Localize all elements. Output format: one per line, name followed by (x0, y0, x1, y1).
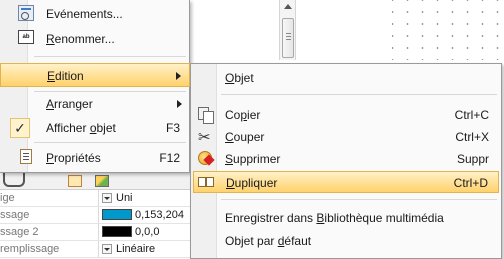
dropdown-arrow-icon[interactable] (102, 193, 112, 203)
menu-item-objet-par-defaut[interactable]: Objet par défaut (193, 230, 499, 252)
image-icon[interactable] (95, 175, 109, 187)
menu-separator (221, 94, 497, 95)
submenu-arrow-icon (177, 100, 182, 108)
menu-item-enregistrer-bibliotheque[interactable]: Enregistrer dans Bibliothèque multimédia (193, 207, 499, 229)
property-toolbar (0, 173, 190, 189)
menu-item-proprietes[interactable]: Propriétés F12 (0, 146, 190, 170)
events-icon (18, 5, 34, 21)
menu-item-shortcut: Suppr (456, 152, 489, 166)
menu-item-evenements[interactable]: Evénements... (0, 2, 190, 26)
properties-icon[interactable] (68, 175, 82, 187)
context-menu: Evénements... ab Renommer... Edition Arr… (0, 0, 190, 173)
scrollbar-thumb[interactable] (282, 18, 294, 58)
menu-separator (34, 142, 186, 143)
menu-item-shortcut: F3 (165, 121, 180, 135)
edition-submenu: Objet Copier Ctrl+C ✂ Couper Ctrl+X Supp… (190, 63, 502, 259)
property-value: Uni (116, 192, 133, 204)
menu-item-label: Propriétés (46, 151, 101, 165)
property-grid: ige Uni ssage 0,153,204 ssage 2 0,0,0 re… (0, 189, 190, 259)
rename-icon: ab (18, 30, 34, 44)
menu-item-afficher-objet[interactable]: ✓ Afficher objet F3 (0, 116, 190, 140)
menu-item-arranger[interactable]: Arranger (0, 92, 190, 116)
property-row[interactable]: remplissage Linéaire (0, 241, 190, 258)
label-rest: enommer... (54, 32, 115, 46)
menu-item-shortcut: F12 (159, 151, 180, 165)
menu-item-shortcut: Ctrl+C (454, 108, 489, 122)
menu-item-supprimer[interactable]: Supprimer Suppr (193, 148, 499, 170)
scroll-up-arrow-icon[interactable] (284, 4, 292, 9)
menu-item-copier[interactable]: Copier Ctrl+C (193, 104, 499, 126)
dropdown-arrow-icon[interactable] (102, 244, 112, 254)
vertical-scrollbar[interactable] (279, 0, 296, 60)
property-value: Linéaire (116, 243, 156, 255)
menu-item-label: Enregistrer dans Bibliothèque multimédia (225, 211, 444, 225)
color-swatch[interactable] (102, 226, 132, 237)
menu-item-label: Renommer... (46, 32, 115, 46)
menu-item-label: Objet (225, 71, 254, 85)
menu-item-label: Supprimer (225, 152, 281, 166)
cup-icon[interactable] (3, 173, 25, 187)
dot-grid-canvas (392, 0, 504, 60)
menu-item-label: Copier (225, 108, 261, 122)
delete-icon (198, 151, 212, 165)
scissors-icon: ✂ (198, 129, 211, 146)
menu-separator (221, 199, 497, 200)
property-key: remplissage (0, 243, 60, 255)
property-row[interactable]: ssage 0,153,204 (0, 207, 190, 224)
property-value: 0,0,0 (135, 226, 160, 238)
menu-item-label: Objet par défaut (225, 234, 312, 248)
property-key: ssage 2 (0, 226, 39, 238)
properties-icon (20, 149, 32, 164)
property-row[interactable]: ssage 2 0,0,0 (0, 224, 190, 241)
menu-item-label: Edition (47, 69, 84, 83)
property-value: 0,153,204 (135, 209, 184, 221)
property-row[interactable]: ige Uni (0, 190, 190, 207)
menu-item-shortcut: Ctrl+X (455, 130, 489, 144)
grip-icon (286, 33, 291, 40)
menu-item-couper[interactable]: ✂ Couper Ctrl+X (193, 126, 499, 148)
menu-item-label: Evénements... (46, 7, 123, 21)
menu-item-shortcut: Ctrl+D (453, 176, 488, 190)
duplicate-icon (198, 177, 214, 187)
color-swatch[interactable] (102, 209, 132, 220)
menu-item-edition[interactable]: Edition (0, 63, 190, 87)
copy-icon (198, 107, 214, 124)
property-key: ige (0, 192, 15, 204)
property-key: ssage (0, 209, 30, 221)
menu-separator (34, 56, 186, 57)
menu-item-label: Afficher objet (46, 121, 116, 135)
menu-item-objet[interactable]: Objet (193, 67, 499, 89)
menu-item-renommer[interactable]: ab Renommer... (0, 27, 190, 51)
submenu-arrow-icon (176, 72, 181, 80)
menu-item-label: Dupliquer (226, 176, 278, 190)
menu-item-label: Couper (225, 130, 265, 144)
checkmark-icon: ✓ (10, 118, 30, 138)
menu-item-label: Arranger (46, 97, 93, 111)
menu-item-dupliquer[interactable]: Dupliquer Ctrl+D (193, 171, 499, 193)
